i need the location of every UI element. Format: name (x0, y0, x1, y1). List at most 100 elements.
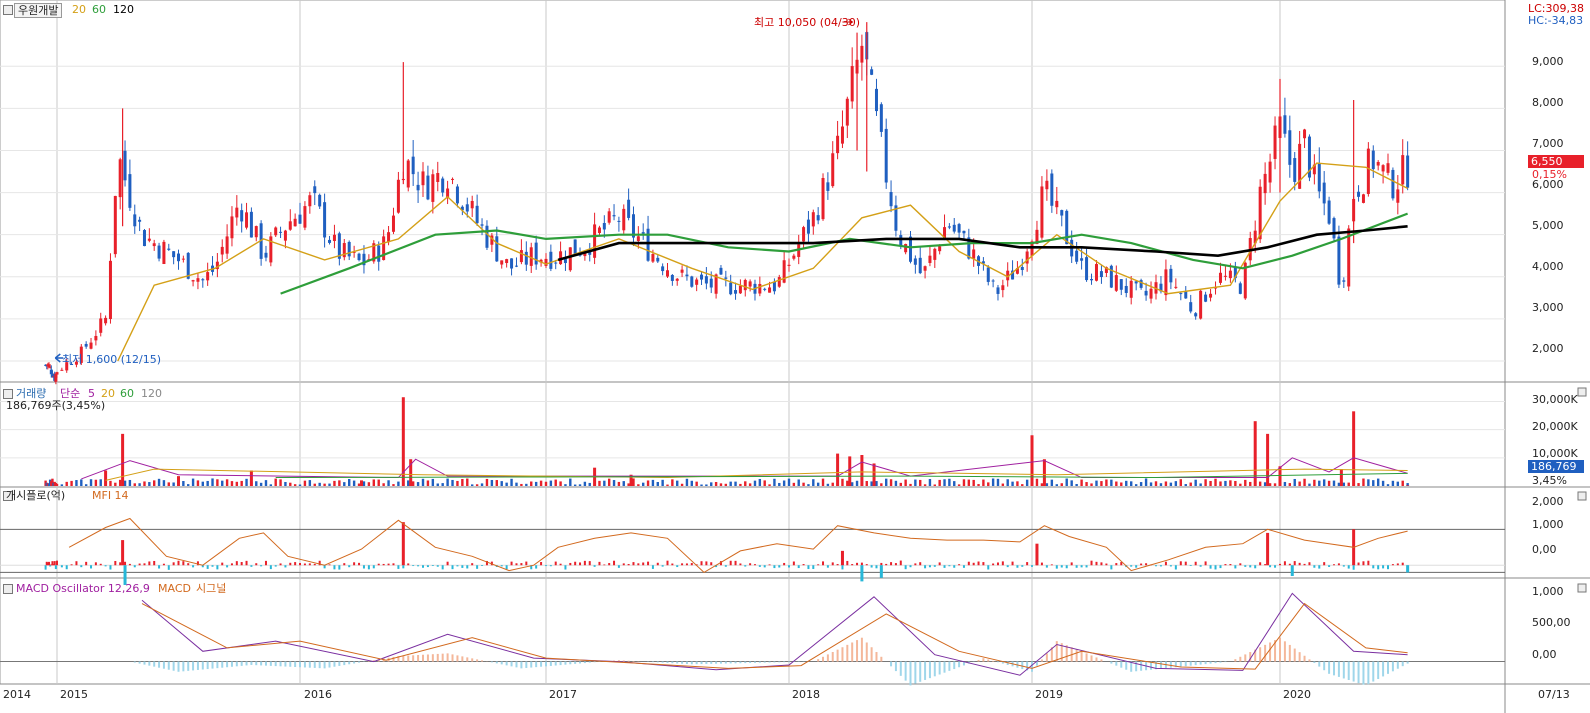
volume-bar (549, 480, 553, 486)
x-axis-label: 2017 (549, 688, 577, 701)
volume-bar (637, 484, 640, 486)
money-flow-bar (851, 564, 854, 566)
volume-bar (1095, 480, 1098, 486)
macd-histogram-bar (987, 659, 990, 662)
macd-histogram-bar (860, 637, 863, 662)
money-flow-bar (651, 565, 654, 569)
candle-body (554, 262, 558, 264)
volume-bar (1322, 479, 1326, 486)
volume-bar (352, 480, 356, 486)
volume-bar (372, 479, 375, 486)
money-flow-bar (269, 565, 272, 570)
volume-bar (651, 479, 655, 486)
volume-bar (255, 481, 258, 486)
macd-histogram-bar (313, 661, 316, 668)
macd-histogram-bar (890, 661, 893, 667)
money-flow-bar (1391, 564, 1394, 566)
volume-bar (1100, 481, 1103, 486)
money-flow-bar (545, 565, 547, 567)
candle-body (661, 266, 665, 272)
volume-ma20-line (105, 468, 1408, 481)
money-flow-spike (121, 540, 125, 566)
macd-histogram-bar (303, 661, 306, 668)
money-flow-bar (158, 565, 161, 569)
volume-bar (797, 479, 800, 486)
money-flow-bar (308, 563, 311, 566)
macd-histogram-bar (1352, 661, 1355, 682)
volume-bar (1396, 481, 1400, 486)
candle-body (1371, 150, 1375, 170)
candle-body (704, 276, 708, 284)
macd-histogram-bar (520, 661, 523, 669)
volume-bar (530, 481, 533, 486)
volume-bar (490, 479, 494, 486)
macd-histogram-bar (739, 661, 742, 664)
macd-histogram-bar (588, 661, 591, 663)
volume-bar (1075, 483, 1078, 486)
chart-canvas[interactable] (0, 0, 1590, 713)
volume-bar (162, 480, 166, 486)
candle-body (347, 241, 351, 257)
macd-histogram-bar (826, 654, 829, 662)
volume-bar (495, 480, 498, 486)
candle-body (889, 192, 893, 207)
candle-body (1391, 169, 1395, 199)
macd-histogram-bar (958, 661, 961, 668)
candle-body (1238, 283, 1242, 294)
macd-histogram-bar (1184, 661, 1187, 667)
candle-body (777, 277, 781, 287)
macd-histogram-bar (574, 661, 577, 664)
candle-body (806, 219, 810, 234)
macd-histogram-bar (1293, 648, 1296, 662)
macd-histogram-bar (1115, 661, 1118, 666)
macd-histogram-bar (211, 661, 214, 669)
candle-body (524, 251, 528, 265)
volume-bar (1006, 479, 1009, 486)
candle-body (549, 251, 553, 269)
macd-histogram-bar (904, 661, 907, 681)
macd-histogram-bar (1179, 661, 1182, 667)
macd-histogram-bar (1100, 659, 1103, 662)
candle-body (328, 239, 332, 243)
volume-bar (826, 483, 830, 486)
x-axis-label: 2020 (1283, 688, 1311, 701)
candle-body (55, 372, 59, 375)
money-flow-bar (826, 565, 829, 568)
candle-body (763, 288, 767, 290)
macd-histogram-bar (1031, 661, 1033, 672)
macd-histogram-bar (1283, 641, 1286, 662)
volume-pane-toggle-icon[interactable] (3, 389, 13, 399)
volume-bar (598, 480, 601, 486)
candle-body (1268, 161, 1272, 183)
money-flow-bar (656, 562, 659, 566)
main-pane-toggle-icon[interactable] (3, 5, 13, 15)
candle-body (441, 178, 445, 193)
macd-histogram-bar (865, 642, 868, 662)
money-flow-bar (549, 565, 552, 567)
money-flow-bar (1401, 562, 1404, 566)
macd-histogram-bar (593, 661, 596, 663)
volume-bar (841, 478, 844, 486)
macd-pane-toggle-icon[interactable] (3, 584, 13, 594)
money-flow-bar (1279, 563, 1281, 566)
volume-bar (564, 484, 567, 486)
volume-bar (1391, 480, 1395, 486)
money-flow-bar (899, 560, 902, 566)
candle-body (1396, 189, 1400, 203)
volume-bar (1045, 483, 1049, 486)
candle-body (396, 179, 400, 213)
candle-body (406, 160, 410, 188)
volume-bar (328, 483, 331, 486)
money-flow-bar (938, 562, 941, 566)
macd-histogram-bar (456, 655, 459, 662)
money-flow-bar (235, 561, 238, 566)
volume-bar (1169, 482, 1173, 486)
volume-bar (914, 479, 917, 486)
money-flow-bar (1065, 565, 1068, 569)
mfi-line (68, 517, 1408, 574)
volume-bar (143, 481, 146, 486)
money-flow-bar (710, 562, 713, 566)
macd-histogram-bar (461, 656, 464, 662)
macd-histogram-bar (909, 661, 912, 686)
volume-bar (875, 481, 878, 486)
